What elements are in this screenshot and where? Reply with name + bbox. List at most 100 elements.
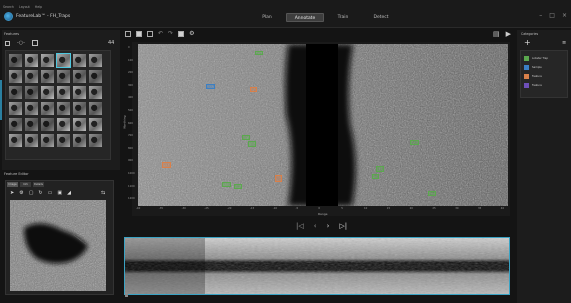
feature-thumbnail[interactable] bbox=[73, 118, 86, 131]
annotation-box[interactable] bbox=[410, 140, 419, 145]
annotation-box[interactable] bbox=[428, 191, 436, 196]
feature-thumbnail[interactable] bbox=[9, 86, 22, 99]
image-icon[interactable]: ▣ bbox=[57, 190, 62, 196]
annotation-box[interactable] bbox=[162, 162, 171, 168]
select-tool-icon[interactable] bbox=[136, 30, 142, 37]
square-icon[interactable] bbox=[31, 40, 38, 46]
feature-thumbnail[interactable] bbox=[25, 102, 38, 115]
tab-annotate[interactable]: Annotate bbox=[286, 13, 324, 22]
feature-thumbnail[interactable] bbox=[9, 102, 22, 115]
category-item[interactable]: Sample bbox=[524, 63, 564, 72]
box-tool-icon[interactable] bbox=[147, 30, 153, 37]
annotation-box[interactable] bbox=[372, 174, 379, 179]
feature-thumbnail[interactable] bbox=[41, 54, 54, 67]
maximize-icon[interactable]: □ bbox=[549, 12, 555, 19]
x-tick-label: 5 bbox=[341, 207, 343, 210]
annotation-box[interactable] bbox=[248, 141, 256, 147]
select-box-icon[interactable] bbox=[5, 40, 10, 46]
feature-thumbnail[interactable] bbox=[73, 102, 86, 115]
feature-thumbnail[interactable] bbox=[89, 54, 102, 67]
annotation-box[interactable] bbox=[206, 84, 215, 89]
tab-detect[interactable]: Detect bbox=[362, 13, 400, 22]
annotation-box[interactable] bbox=[242, 135, 250, 140]
feature-thumbnail[interactable] bbox=[9, 54, 22, 67]
feature-thumbnail[interactable] bbox=[56, 53, 71, 68]
scroll-handle[interactable] bbox=[125, 294, 128, 297]
editor-close-icon[interactable]: ⇆ bbox=[101, 190, 105, 196]
feature-thumbnail[interactable] bbox=[41, 102, 54, 115]
feature-thumbnail[interactable] bbox=[57, 102, 70, 115]
feature-thumbnail[interactable] bbox=[25, 118, 38, 131]
feature-thumbnail[interactable] bbox=[89, 134, 102, 147]
y-tick-label: 1000 bbox=[128, 172, 135, 175]
feature-thumbnail[interactable] bbox=[57, 86, 70, 99]
annotation-box[interactable] bbox=[222, 182, 231, 187]
feature-thumbnail[interactable] bbox=[73, 70, 86, 83]
pointer-icon[interactable]: ➤ bbox=[10, 190, 14, 196]
feature-thumbnail[interactable] bbox=[9, 118, 22, 131]
category-item[interactable]: Lobster Trap bbox=[524, 54, 564, 63]
feature-thumbnail[interactable] bbox=[89, 86, 102, 99]
feature-thumbnail[interactable] bbox=[57, 134, 70, 147]
feature-thumbnail[interactable] bbox=[25, 86, 38, 99]
tab-plan[interactable]: Plan bbox=[248, 13, 286, 22]
feature-thumbnail[interactable] bbox=[57, 70, 70, 83]
settings-icon[interactable]: ⚙ bbox=[189, 30, 194, 37]
annotation-box[interactable] bbox=[376, 166, 384, 172]
redo-icon[interactable]: ↷ bbox=[168, 30, 173, 37]
next-icon[interactable]: › bbox=[327, 222, 330, 230]
waterfall-strip[interactable] bbox=[124, 237, 510, 295]
tab-image[interactable]: Image bbox=[7, 182, 18, 187]
feature-thumbnail[interactable] bbox=[89, 102, 102, 115]
grid-icon[interactable] bbox=[178, 30, 185, 37]
feature-thumbnail[interactable] bbox=[41, 134, 54, 147]
minimize-icon[interactable]: – bbox=[539, 12, 542, 19]
y-tick-label: 800 bbox=[128, 146, 133, 150]
fit-view-icon[interactable] bbox=[125, 30, 131, 37]
prev-icon[interactable]: ‹ bbox=[314, 222, 317, 230]
annotation-box[interactable] bbox=[275, 175, 282, 182]
y-tick-label: 500 bbox=[128, 109, 133, 112]
feature-thumbnail[interactable] bbox=[41, 86, 54, 99]
feature-thumbnail[interactable] bbox=[73, 134, 86, 147]
feature-thumbnail[interactable] bbox=[73, 86, 86, 99]
feature-thumbnail[interactable] bbox=[41, 118, 54, 131]
annotation-box[interactable] bbox=[250, 87, 257, 92]
tab-info[interactable]: Info bbox=[20, 182, 31, 187]
menu-item-search[interactable]: Search bbox=[3, 5, 14, 9]
undo-icon[interactable]: ↶ bbox=[158, 30, 163, 37]
close-icon[interactable]: × bbox=[562, 12, 567, 19]
skip-end-icon[interactable]: ▷| bbox=[339, 222, 347, 230]
feature-thumbnail[interactable] bbox=[57, 118, 70, 131]
annotation-box[interactable] bbox=[234, 184, 242, 189]
video-icon[interactable]: ▶ bbox=[506, 30, 511, 38]
feature-thumbnail[interactable] bbox=[89, 70, 102, 83]
menu-item-layout[interactable]: Layout bbox=[19, 5, 30, 9]
ruler-icon[interactable]: ◢ bbox=[67, 190, 71, 196]
rotate-icon[interactable]: ↻ bbox=[38, 190, 42, 196]
feature-thumbnail[interactable] bbox=[25, 54, 38, 67]
add-category-icon[interactable]: + bbox=[524, 38, 531, 47]
category-item[interactable]: Feature bbox=[524, 81, 564, 90]
feature-thumbnail[interactable] bbox=[41, 70, 54, 83]
menu-item-help[interactable]: Help bbox=[35, 5, 42, 9]
sonar-image[interactable] bbox=[138, 44, 508, 206]
feature-thumbnail[interactable] bbox=[89, 118, 102, 131]
tab-train[interactable]: Train bbox=[324, 13, 362, 22]
category-menu-icon[interactable]: ≡ bbox=[562, 40, 566, 46]
feature-thumbnail[interactable] bbox=[9, 134, 22, 147]
category-swatch bbox=[524, 56, 529, 61]
link-icon[interactable]: -○- bbox=[17, 40, 25, 46]
feature-thumbnail[interactable] bbox=[25, 134, 38, 147]
annotation-box[interactable] bbox=[255, 51, 263, 55]
feature-thumbnail[interactable] bbox=[9, 70, 22, 83]
feature-thumbnail[interactable] bbox=[73, 54, 86, 67]
skip-start-icon[interactable]: |◁ bbox=[296, 222, 304, 230]
tab-details[interactable]: Details bbox=[33, 182, 44, 187]
crop-icon[interactable]: ▢ bbox=[29, 190, 34, 196]
document-icon[interactable]: ▤ bbox=[493, 30, 500, 38]
feature-thumbnail[interactable] bbox=[25, 70, 38, 83]
crop-box-icon[interactable]: ▭ bbox=[48, 190, 53, 196]
category-item[interactable]: Feature bbox=[524, 72, 564, 81]
gear-icon[interactable]: ⚙ bbox=[19, 190, 23, 196]
